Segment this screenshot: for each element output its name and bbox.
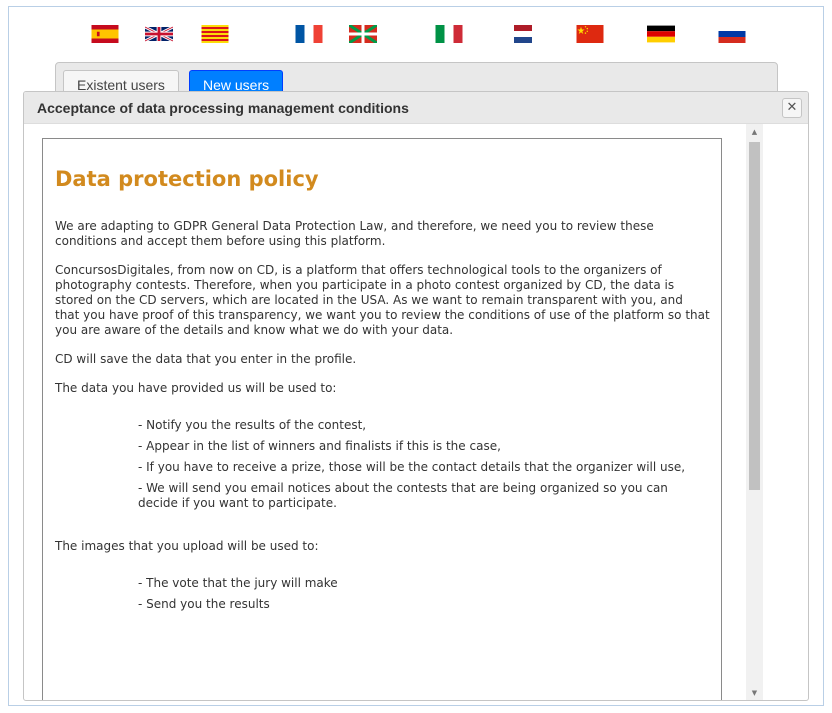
data-uses-list: - Notify you the results of the contest,… <box>55 418 710 511</box>
russian-flag-icon[interactable] <box>718 25 746 43</box>
vertical-scrollbar[interactable]: ▲ ▼ <box>746 124 763 700</box>
basque-flag-icon[interactable] <box>349 25 377 43</box>
list-item: - We will send you email notices about t… <box>138 481 668 510</box>
policy-paragraph: The data you have provided us will be us… <box>55 381 337 395</box>
policy-paragraph: CD will save the data that you enter in … <box>55 352 357 366</box>
close-icon[interactable]: ✕ <box>782 98 802 118</box>
italian-flag-icon[interactable] <box>435 25 463 43</box>
conditions-dialog: Acceptance of data processing management… <box>23 91 809 701</box>
language-selector <box>0 25 832 47</box>
french-flag-icon[interactable] <box>295 25 323 43</box>
policy-paragraph: The images that you upload will be used … <box>55 539 319 553</box>
spanish-flag-icon[interactable] <box>91 25 119 43</box>
scroll-down-icon[interactable]: ▼ <box>746 685 763 700</box>
chinese-flag-icon[interactable] <box>576 25 604 43</box>
dialog-title: Acceptance of data processing management… <box>37 100 409 116</box>
image-uses-list: - The vote that the jury will make - Sen… <box>55 576 710 612</box>
uk-flag-icon[interactable] <box>145 25 173 43</box>
dutch-flag-icon[interactable] <box>509 25 537 43</box>
scrollbar-thumb[interactable] <box>749 142 760 490</box>
list-item: - If you have to receive a prize, those … <box>138 460 686 474</box>
dialog-titlebar[interactable]: Acceptance of data processing management… <box>24 92 808 124</box>
catalan-flag-icon[interactable] <box>201 25 229 43</box>
list-item: - The vote that the jury will make <box>138 576 338 590</box>
list-item: - Notify you the results of the contest, <box>138 418 367 432</box>
german-flag-icon[interactable] <box>647 25 675 43</box>
list-item: - Send you the results <box>138 597 270 611</box>
policy-paragraph: We are adapting to GDPR General Data Pro… <box>55 219 654 248</box>
policy-paragraph: ConcursosDigitales, from now on CD, is a… <box>55 263 710 337</box>
policy-content: Data protection policy We are adapting t… <box>42 138 722 700</box>
policy-title: Data protection policy <box>55 167 319 191</box>
dialog-body: Data protection policy We are adapting t… <box>24 124 808 700</box>
scroll-up-icon[interactable]: ▲ <box>746 124 763 141</box>
list-item: - Appear in the list of winners and fina… <box>138 439 501 453</box>
